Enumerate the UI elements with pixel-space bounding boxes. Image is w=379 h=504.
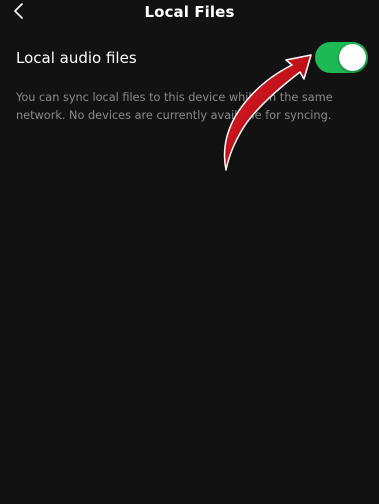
page-title: Local Files [144, 3, 235, 21]
local-audio-toggle[interactable] [315, 42, 368, 73]
setting-label: Local audio files [16, 49, 137, 67]
header-bar: Local Files [0, 0, 379, 28]
local-files-screen: Local Files Local audio files You can sy… [0, 0, 379, 504]
sync-description: You can sync local files to this device … [16, 91, 333, 122]
toggle-knob [339, 44, 366, 71]
local-audio-files-row: Local audio files [0, 38, 379, 78]
